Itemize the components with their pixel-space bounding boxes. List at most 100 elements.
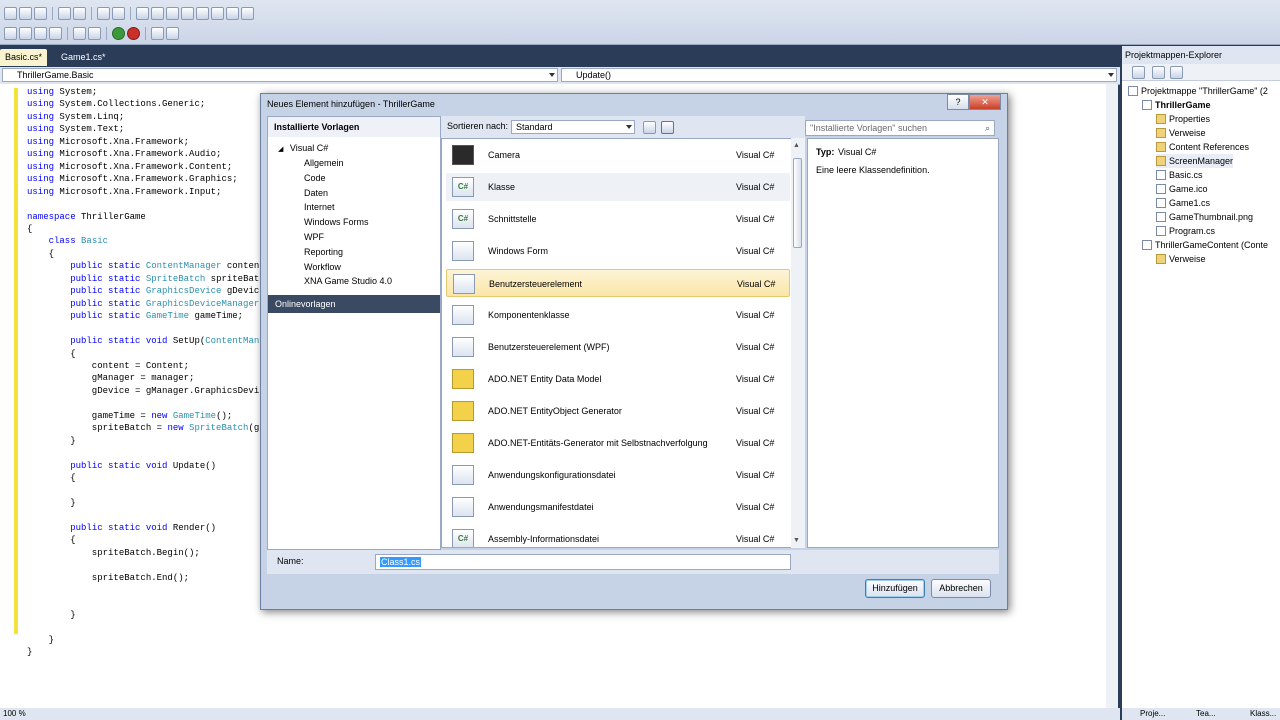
uncomment-icon[interactable] bbox=[19, 6, 32, 20]
tree-node-category[interactable]: XNA Game Studio 4.0 bbox=[304, 274, 392, 288]
solution-tree-node[interactable]: Basic.cs bbox=[1156, 168, 1203, 182]
list-view-icon[interactable] bbox=[661, 121, 674, 134]
code-text[interactable]: using System; using System.Collections.Ge… bbox=[27, 86, 259, 659]
close-button[interactable]: ✕ bbox=[969, 94, 1001, 110]
tree-expand-icon[interactable]: ◢ bbox=[278, 146, 283, 153]
solution-tree-node[interactable]: Projektmappe "ThrillerGame" (2 bbox=[1128, 84, 1268, 98]
search-templates-input[interactable]: "Installierte Vorlagen" suchen ⌕ bbox=[805, 120, 995, 136]
solution-tree-node[interactable]: Game1.cs bbox=[1156, 196, 1210, 210]
window-icon[interactable] bbox=[226, 6, 239, 20]
save-icon[interactable] bbox=[34, 26, 47, 40]
sort-dropdown[interactable]: Standard bbox=[511, 120, 635, 134]
window-icon[interactable] bbox=[166, 6, 179, 20]
template-item[interactable]: Camera Visual C# bbox=[446, 141, 790, 169]
template-item[interactable]: Anwendungskonfigurationsdatei Visual C# bbox=[446, 461, 790, 489]
solution-tree-node[interactable]: ThrillerGame bbox=[1142, 98, 1211, 112]
window-icon[interactable] bbox=[151, 6, 164, 20]
code-line: } bbox=[27, 646, 259, 658]
solution-tree-node[interactable]: ScreenManager bbox=[1156, 154, 1234, 168]
tree-node-visual-csharp[interactable]: ◢ Visual C# bbox=[278, 141, 328, 157]
solution-tree-node[interactable]: GameThumbnail.png bbox=[1156, 210, 1253, 224]
tab-game1-cs[interactable]: Game1.cs* bbox=[56, 49, 111, 66]
scroll-up-icon[interactable]: ▲ bbox=[793, 142, 800, 149]
prev-bookmark-icon[interactable] bbox=[97, 6, 110, 20]
window-icon[interactable] bbox=[241, 6, 254, 20]
bookmark-icon[interactable] bbox=[73, 6, 86, 20]
tree-node-category[interactable]: Reporting bbox=[304, 245, 343, 259]
tree-node-category[interactable]: Internet bbox=[304, 200, 335, 214]
undo-icon[interactable] bbox=[73, 26, 86, 40]
tab-team-explorer[interactable]: Tea... bbox=[1196, 708, 1216, 720]
name-input[interactable]: Class1.cs bbox=[375, 554, 791, 570]
indent-icon[interactable] bbox=[58, 6, 71, 20]
code-line: using System; bbox=[27, 86, 259, 98]
scroll-down-icon[interactable]: ▼ bbox=[793, 537, 800, 544]
small-icons-view-icon[interactable] bbox=[643, 121, 656, 134]
start-debug-icon[interactable] bbox=[112, 26, 125, 40]
solution-tree-node-label: Basic.cs bbox=[1169, 170, 1203, 180]
window-icon[interactable] bbox=[181, 6, 194, 20]
window-icon[interactable] bbox=[136, 6, 149, 20]
solution-tree-node[interactable]: Verweise bbox=[1156, 252, 1206, 266]
template-item[interactable]: C# Klasse Visual C# bbox=[446, 173, 790, 201]
solution-tree-node[interactable]: Verweise bbox=[1156, 126, 1206, 140]
search-icon[interactable]: ⌕ bbox=[985, 121, 990, 135]
tree-node-category[interactable]: Code bbox=[304, 171, 326, 185]
tree-node-category[interactable]: Workflow bbox=[304, 260, 341, 274]
toolbar bbox=[0, 0, 1280, 45]
save-all-icon[interactable] bbox=[49, 26, 62, 40]
window-icon[interactable] bbox=[211, 6, 224, 20]
editor-vertical-scrollbar[interactable] bbox=[1106, 84, 1118, 708]
solution-tree-node[interactable]: Properties bbox=[1156, 112, 1210, 126]
refresh-icon[interactable] bbox=[1170, 66, 1183, 79]
redo-icon[interactable] bbox=[88, 26, 101, 40]
template-item[interactable]: Komponentenklasse Visual C# bbox=[446, 301, 790, 329]
new-item-icon[interactable] bbox=[4, 26, 17, 40]
scroll-thumb[interactable] bbox=[793, 158, 802, 248]
tree-node-category[interactable]: Allgemein bbox=[304, 156, 344, 170]
online-templates-item[interactable]: Onlinevorlagen bbox=[268, 295, 440, 313]
solution-tree-node[interactable]: Content References bbox=[1156, 140, 1249, 154]
template-item[interactable]: ADO.NET-Entitäts-Generator mit Selbstnac… bbox=[446, 429, 790, 457]
template-item[interactable]: ADO.NET EntityObject Generator Visual C# bbox=[446, 397, 790, 425]
tab-class-view[interactable]: Klass... bbox=[1250, 708, 1276, 720]
solution-tree-node-label: Projektmappe "ThrillerGame" (2 bbox=[1141, 86, 1268, 96]
show-all-files-icon[interactable] bbox=[1152, 66, 1165, 79]
tree-node-category[interactable]: WPF bbox=[304, 230, 324, 244]
tab-basic-cs[interactable]: Basic.cs* bbox=[0, 49, 48, 66]
template-item[interactable]: Windows Form Visual C# bbox=[446, 237, 790, 265]
tab-solution-explorer[interactable]: Proje... bbox=[1140, 708, 1165, 720]
comment-icon[interactable] bbox=[4, 6, 17, 20]
add-button[interactable]: Hinzufügen bbox=[865, 579, 925, 598]
class-dropdown[interactable]: ThrillerGame.Basic bbox=[2, 68, 558, 82]
template-item[interactable]: Benutzersteuerelement (WPF) Visual C# bbox=[446, 333, 790, 361]
template-item[interactable]: C# Assembly-Informationsdatei Visual C# bbox=[446, 525, 790, 547]
outdent-icon[interactable] bbox=[34, 6, 47, 20]
solution-tree-node[interactable]: Program.cs bbox=[1156, 224, 1215, 238]
tree-node-category[interactable]: Windows Forms bbox=[304, 215, 369, 229]
code-keyword: public static void bbox=[70, 336, 168, 347]
find-icon[interactable] bbox=[151, 26, 164, 40]
cancel-button[interactable]: Abbrechen bbox=[931, 579, 991, 598]
stop-icon[interactable] bbox=[127, 26, 140, 40]
template-item[interactable]: Benutzersteuerelement Visual C# bbox=[446, 269, 790, 297]
solution-tree-node[interactable]: ThrillerGameContent (Conte bbox=[1142, 238, 1268, 252]
solution-tree-node[interactable]: Game.ico bbox=[1156, 182, 1208, 196]
tree-node-category[interactable]: Daten bbox=[304, 186, 328, 200]
window-icon[interactable] bbox=[196, 6, 209, 20]
open-icon[interactable] bbox=[19, 26, 32, 40]
solution-tree-node-label: Properties bbox=[1169, 114, 1211, 124]
help-button[interactable]: ? bbox=[947, 94, 969, 110]
template-item[interactable]: ADO.NET Entity Data Model Visual C# bbox=[446, 365, 790, 393]
solution-explorer-icon[interactable] bbox=[166, 26, 179, 40]
template-item[interactable]: Anwendungsmanifestdatei Visual C# bbox=[446, 493, 790, 521]
member-dropdown[interactable]: Update() bbox=[561, 68, 1117, 82]
template-list-scrollbar[interactable]: ▲ ▼ bbox=[791, 138, 805, 548]
template-item[interactable]: C# Schnittstelle Visual C# bbox=[446, 205, 790, 233]
next-bookmark-icon[interactable] bbox=[112, 6, 125, 20]
zoom-level[interactable]: 100 % bbox=[3, 709, 26, 718]
properties-icon[interactable] bbox=[1132, 66, 1145, 79]
cs-file-icon bbox=[1156, 170, 1166, 180]
